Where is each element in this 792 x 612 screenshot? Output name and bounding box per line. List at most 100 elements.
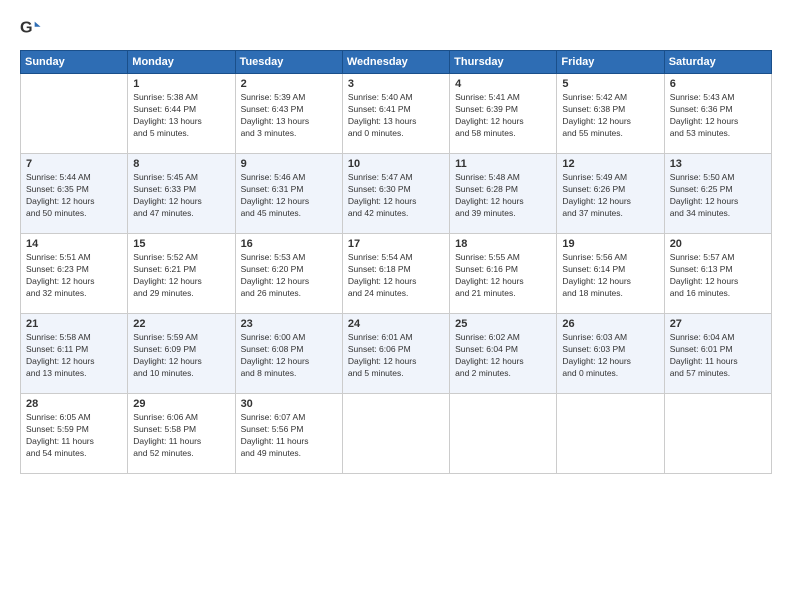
calendar-cell: 19 Sunrise: 5:56 AM Sunset: 6:14 PM Dayli…: [557, 234, 664, 314]
calendar-cell: 4 Sunrise: 5:41 AM Sunset: 6:39 PM Daylig…: [450, 74, 557, 154]
calendar-cell: 14 Sunrise: 5:51 AM Sunset: 6:23 PM Dayli…: [21, 234, 128, 314]
cell-info: Sunrise: 5:58 AM Sunset: 6:11 PM Dayligh…: [26, 332, 122, 380]
calendar-cell: 10 Sunrise: 5:47 AM Sunset: 6:30 PM Dayli…: [342, 154, 449, 234]
cell-info: Sunrise: 5:38 AM Sunset: 6:44 PM Dayligh…: [133, 92, 229, 140]
calendar-cell: 9Sunrise: 5:46 AM Sunset: 6:31 PM Daylig…: [235, 154, 342, 234]
cell-info: Sunrise: 5:49 AM Sunset: 6:26 PM Dayligh…: [562, 172, 658, 220]
day-number: 4: [455, 78, 551, 90]
svg-text:G: G: [20, 19, 33, 37]
cell-info: Sunrise: 6:03 AM Sunset: 6:03 PM Dayligh…: [562, 332, 658, 380]
day-header: Thursday: [450, 51, 557, 74]
day-number: 24: [348, 318, 444, 330]
calendar-cell: 22 Sunrise: 5:59 AM Sunset: 6:09 PM Dayli…: [128, 314, 235, 394]
calendar-cell: 1 Sunrise: 5:38 AM Sunset: 6:44 PM Daylig…: [128, 74, 235, 154]
cell-info: Sunrise: 5:41 AM Sunset: 6:39 PM Dayligh…: [455, 92, 551, 140]
calendar-cell: 15 Sunrise: 5:52 AM Sunset: 6:21 PM Dayli…: [128, 234, 235, 314]
calendar-cell: 7 Sunrise: 5:44 AM Sunset: 6:35 PM Daylig…: [21, 154, 128, 234]
week-row: 21 Sunrise: 5:58 AM Sunset: 6:11 PM Dayli…: [21, 314, 772, 394]
day-number: 19: [562, 238, 658, 250]
day-header: Saturday: [664, 51, 771, 74]
calendar-cell: 21 Sunrise: 5:58 AM Sunset: 6:11 PM Dayli…: [21, 314, 128, 394]
calendar-cell: 16 Sunrise: 5:53 AM Sunset: 6:20 PM Dayli…: [235, 234, 342, 314]
header-row: SundayMondayTuesdayWednesdayThursdayFrid…: [21, 51, 772, 74]
calendar-cell: 28Sunrise: 6:05 AM Sunset: 5:59 PM Dayli…: [21, 394, 128, 474]
day-number: 13: [670, 158, 766, 170]
cell-info: Sunrise: 5:51 AM Sunset: 6:23 PM Dayligh…: [26, 252, 122, 300]
calendar-cell: 23 Sunrise: 6:00 AM Sunset: 6:08 PM Dayli…: [235, 314, 342, 394]
cell-info: Sunrise: 5:47 AM Sunset: 6:30 PM Dayligh…: [348, 172, 444, 220]
day-number: 17: [348, 238, 444, 250]
day-number: 15: [133, 238, 229, 250]
calendar-cell: [450, 394, 557, 474]
day-number: 26: [562, 318, 658, 330]
cell-info: Sunrise: 5:54 AM Sunset: 6:18 PM Dayligh…: [348, 252, 444, 300]
day-number: 23: [241, 318, 337, 330]
cell-info: Sunrise: 6:04 AM Sunset: 6:01 PM Dayligh…: [670, 332, 766, 380]
calendar-cell: 17 Sunrise: 5:54 AM Sunset: 6:18 PM Dayli…: [342, 234, 449, 314]
calendar-cell: 29 Sunrise: 6:06 AM Sunset: 5:58 PM Dayli…: [128, 394, 235, 474]
cell-info: Sunrise: 5:39 AM Sunset: 6:43 PM Dayligh…: [241, 92, 337, 140]
day-number: 27: [670, 318, 766, 330]
cell-info: Sunrise: 5:53 AM Sunset: 6:20 PM Dayligh…: [241, 252, 337, 300]
cell-info: Sunrise: 5:45 AM Sunset: 6:33 PM Dayligh…: [133, 172, 229, 220]
day-number: 6: [670, 78, 766, 90]
calendar-cell: 13Sunrise: 5:50 AM Sunset: 6:25 PM Dayli…: [664, 154, 771, 234]
calendar-cell: [21, 74, 128, 154]
cell-info: Sunrise: 5:56 AM Sunset: 6:14 PM Dayligh…: [562, 252, 658, 300]
calendar-table: SundayMondayTuesdayWednesdayThursdayFrid…: [20, 50, 772, 474]
day-number: 30: [241, 398, 337, 410]
cell-info: Sunrise: 5:42 AM Sunset: 6:38 PM Dayligh…: [562, 92, 658, 140]
cell-info: Sunrise: 5:44 AM Sunset: 6:35 PM Dayligh…: [26, 172, 122, 220]
day-number: 11: [455, 158, 551, 170]
calendar-cell: [342, 394, 449, 474]
day-number: 22: [133, 318, 229, 330]
calendar-cell: 5Sunrise: 5:42 AM Sunset: 6:38 PM Daylig…: [557, 74, 664, 154]
day-header: Monday: [128, 51, 235, 74]
day-number: 18: [455, 238, 551, 250]
cell-info: Sunrise: 6:00 AM Sunset: 6:08 PM Dayligh…: [241, 332, 337, 380]
cell-info: Sunrise: 6:01 AM Sunset: 6:06 PM Dayligh…: [348, 332, 444, 380]
cell-info: Sunrise: 5:55 AM Sunset: 6:16 PM Dayligh…: [455, 252, 551, 300]
cell-info: Sunrise: 5:43 AM Sunset: 6:36 PM Dayligh…: [670, 92, 766, 140]
cell-info: Sunrise: 6:05 AM Sunset: 5:59 PM Dayligh…: [26, 412, 122, 460]
calendar-cell: [664, 394, 771, 474]
cell-info: Sunrise: 5:48 AM Sunset: 6:28 PM Dayligh…: [455, 172, 551, 220]
calendar-cell: 11 Sunrise: 5:48 AM Sunset: 6:28 PM Dayli…: [450, 154, 557, 234]
calendar-cell: 3 Sunrise: 5:40 AM Sunset: 6:41 PM Daylig…: [342, 74, 449, 154]
day-number: 8: [133, 158, 229, 170]
cell-info: Sunrise: 5:40 AM Sunset: 6:41 PM Dayligh…: [348, 92, 444, 140]
cell-info: Sunrise: 6:06 AM Sunset: 5:58 PM Dayligh…: [133, 412, 229, 460]
day-number: 16: [241, 238, 337, 250]
day-header: Friday: [557, 51, 664, 74]
calendar-cell: 30 Sunrise: 6:07 AM Sunset: 5:56 PM Dayli…: [235, 394, 342, 474]
calendar-cell: 12 Sunrise: 5:49 AM Sunset: 6:26 PM Dayli…: [557, 154, 664, 234]
cell-info: Sunrise: 6:02 AM Sunset: 6:04 PM Dayligh…: [455, 332, 551, 380]
cell-info: Sunrise: 5:46 AM Sunset: 6:31 PM Dayligh…: [241, 172, 337, 220]
calendar-cell: 2 Sunrise: 5:39 AM Sunset: 6:43 PM Daylig…: [235, 74, 342, 154]
day-number: 1: [133, 78, 229, 90]
day-number: 10: [348, 158, 444, 170]
calendar-cell: 26 Sunrise: 6:03 AM Sunset: 6:03 PM Dayli…: [557, 314, 664, 394]
calendar-cell: [557, 394, 664, 474]
cell-info: Sunrise: 5:57 AM Sunset: 6:13 PM Dayligh…: [670, 252, 766, 300]
calendar-cell: 18 Sunrise: 5:55 AM Sunset: 6:16 PM Dayli…: [450, 234, 557, 314]
day-number: 29: [133, 398, 229, 410]
calendar-cell: 20Sunrise: 5:57 AM Sunset: 6:13 PM Dayli…: [664, 234, 771, 314]
calendar-cell: 25Sunrise: 6:02 AM Sunset: 6:04 PM Dayli…: [450, 314, 557, 394]
cell-info: Sunrise: 5:59 AM Sunset: 6:09 PM Dayligh…: [133, 332, 229, 380]
day-number: 12: [562, 158, 658, 170]
cell-info: Sunrise: 5:52 AM Sunset: 6:21 PM Dayligh…: [133, 252, 229, 300]
cell-info: Sunrise: 6:07 AM Sunset: 5:56 PM Dayligh…: [241, 412, 337, 460]
day-number: 3: [348, 78, 444, 90]
day-header: Wednesday: [342, 51, 449, 74]
day-header: Tuesday: [235, 51, 342, 74]
day-number: 7: [26, 158, 122, 170]
week-row: 7 Sunrise: 5:44 AM Sunset: 6:35 PM Daylig…: [21, 154, 772, 234]
calendar-page: G SundayMondayTuesdayWednesdayThursdayFr…: [0, 0, 792, 612]
day-number: 2: [241, 78, 337, 90]
day-number: 14: [26, 238, 122, 250]
logo-icon: G: [20, 18, 42, 40]
day-number: 21: [26, 318, 122, 330]
calendar-cell: 8 Sunrise: 5:45 AM Sunset: 6:33 PM Daylig…: [128, 154, 235, 234]
week-row: 1 Sunrise: 5:38 AM Sunset: 6:44 PM Daylig…: [21, 74, 772, 154]
